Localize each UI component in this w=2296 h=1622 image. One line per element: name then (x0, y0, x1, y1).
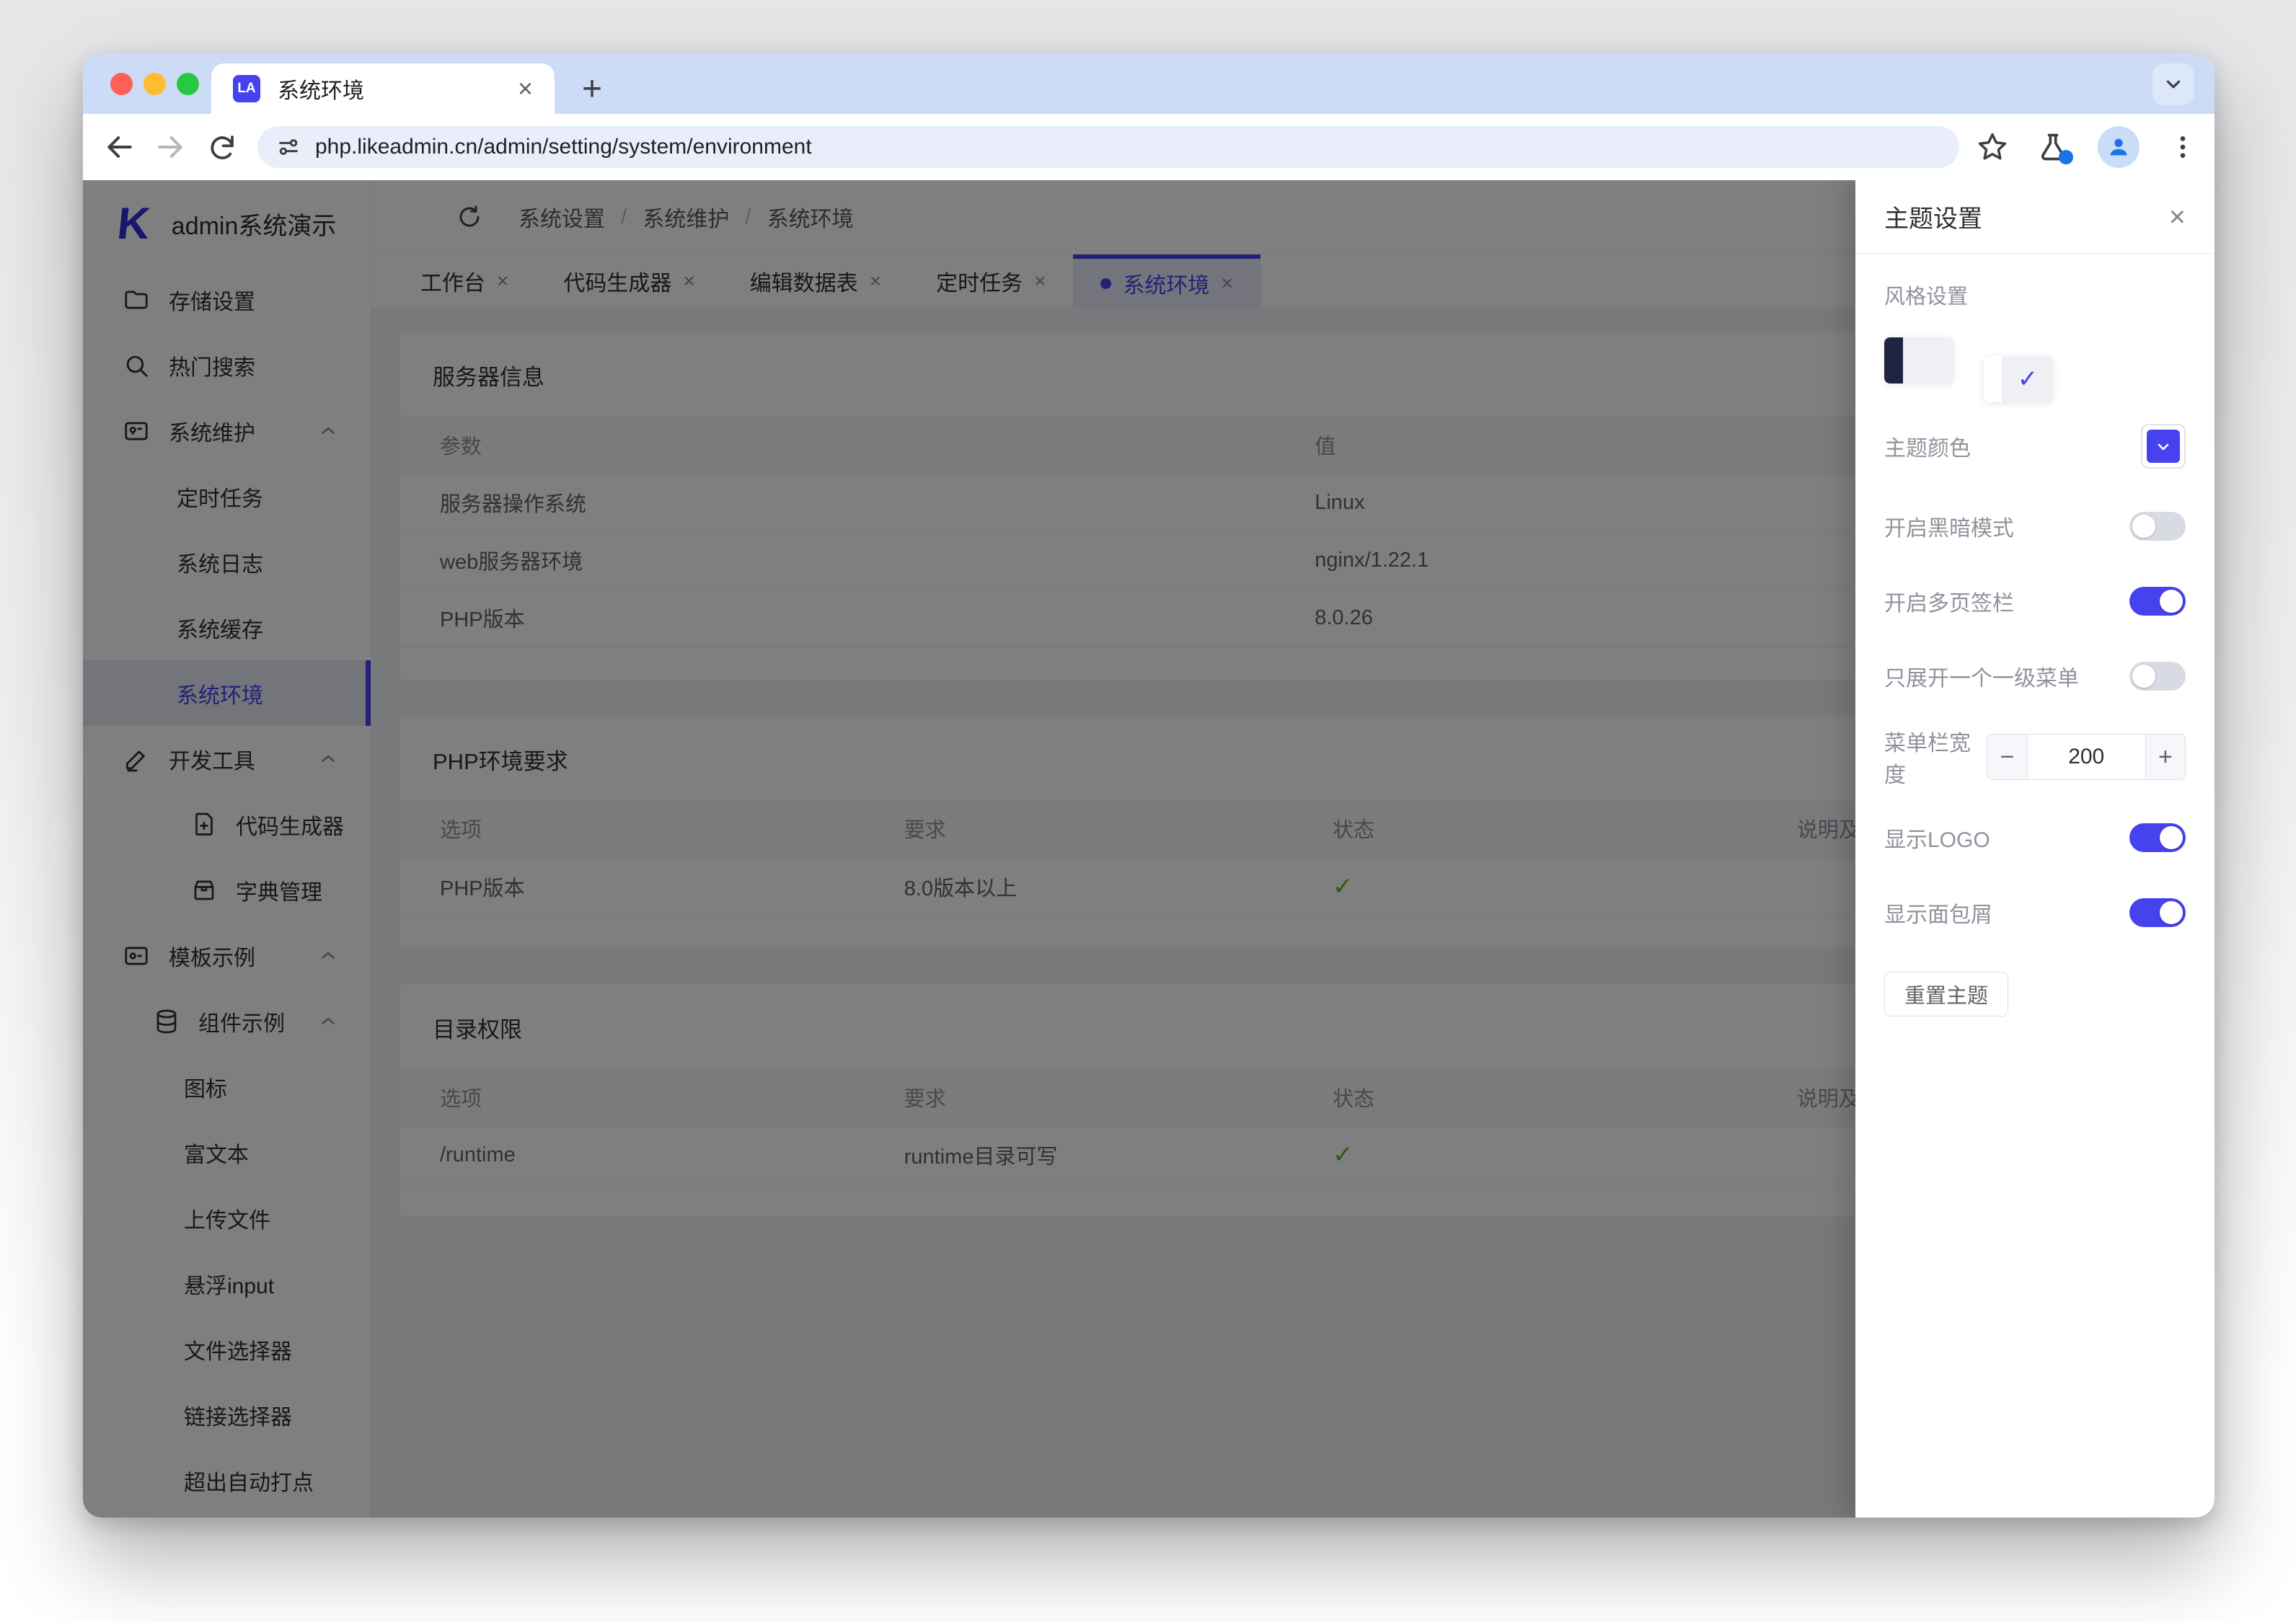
browser-tab-strip: LA 系统环境 × + (83, 54, 2215, 114)
single-menu-toggle[interactable] (2129, 662, 2186, 691)
dark-mode-toggle[interactable] (2129, 512, 2186, 541)
person-icon (2106, 135, 2131, 159)
style-option-dark-sidebar[interactable] (1884, 337, 1953, 384)
back-button[interactable] (103, 130, 136, 164)
browser-toolbar: php.likeadmin.cn/admin/setting/system/en… (83, 114, 2215, 180)
chevron-down-icon (2155, 438, 2172, 455)
macos-zoom-button[interactable] (177, 73, 199, 95)
menu-width-stepper: − 200 + (1987, 734, 2186, 780)
selected-check-icon: ✓ (2003, 356, 2053, 402)
macos-close-button[interactable] (110, 73, 133, 95)
multi-tab-row: 开启多页签栏 (1884, 584, 2186, 619)
theme-color-swatch (2147, 430, 2180, 463)
style-options: ✓ (1884, 337, 2186, 384)
style-settings-label: 风格设置 (1884, 280, 2186, 310)
theme-color-label: 主题颜色 (1884, 430, 1971, 462)
theme-color-picker[interactable] (2141, 424, 2186, 469)
forward-arrow-icon (154, 131, 186, 163)
menu-width-row: 菜单栏宽度 − 200 + (1884, 734, 2186, 780)
drawer-header: 主题设置 × (1855, 180, 2215, 254)
forward-button[interactable] (154, 130, 187, 164)
address-bar[interactable]: php.likeadmin.cn/admin/setting/system/en… (257, 126, 1959, 168)
tab-search-button[interactable] (2152, 63, 2194, 105)
reload-icon (207, 132, 237, 162)
profile-avatar[interactable] (2098, 126, 2140, 168)
menu-width-input[interactable]: 200 (2028, 735, 2145, 779)
single-menu-row: 只展开一个一级菜单 (1884, 659, 2186, 693)
show-logo-row: 显示LOGO (1884, 820, 2186, 855)
browser-tab-title: 系统环境 (278, 73, 518, 105)
dark-mode-row: 开启黑暗模式 (1884, 509, 2186, 544)
notification-dot (2059, 150, 2073, 164)
experiments-button[interactable] (2037, 131, 2069, 163)
theme-settings-drawer: 主题设置 × 风格设置 ✓ 主题颜色 (1855, 180, 2215, 1517)
site-settings-icon (276, 135, 301, 159)
browser-window: LA 系统环境 × + php.likeadmin.cn/admin/setti… (83, 54, 2215, 1517)
theme-color-row: 主题颜色 (1884, 424, 2186, 469)
style-option-light-sidebar[interactable]: ✓ (1984, 356, 2053, 402)
multi-tab-toggle[interactable] (2129, 587, 2186, 616)
show-logo-toggle[interactable] (2129, 823, 2186, 852)
show-breadcrumb-toggle[interactable] (2129, 898, 2186, 927)
reload-button[interactable] (206, 130, 239, 164)
reset-theme-button[interactable]: 重置主题 (1884, 972, 2008, 1016)
increase-button[interactable]: + (2145, 735, 2185, 779)
chevron-down-icon (2163, 74, 2184, 95)
macos-minimize-button[interactable] (144, 73, 166, 95)
url-text: php.likeadmin.cn/admin/setting/system/en… (315, 135, 812, 159)
browser-tab[interactable]: LA 系统环境 × (211, 63, 555, 114)
new-tab-button[interactable]: + (570, 67, 614, 110)
app-viewport: K admin系统演示 存储设置 热门搜索 系统维护 定时任务 系统日志 系统缓… (83, 180, 2215, 1517)
drawer-title: 主题设置 (1884, 199, 1982, 234)
drawer-close-icon[interactable]: × (2169, 203, 2186, 231)
show-breadcrumb-row: 显示面包屑 (1884, 895, 2186, 930)
decrease-button[interactable]: − (1987, 735, 2027, 779)
back-arrow-icon (104, 131, 136, 163)
favicon: LA (233, 75, 260, 102)
kebab-menu-icon[interactable] (2168, 133, 2197, 161)
tab-close-icon[interactable]: × (518, 76, 533, 102)
bookmark-star-icon[interactable] (1977, 131, 2008, 163)
